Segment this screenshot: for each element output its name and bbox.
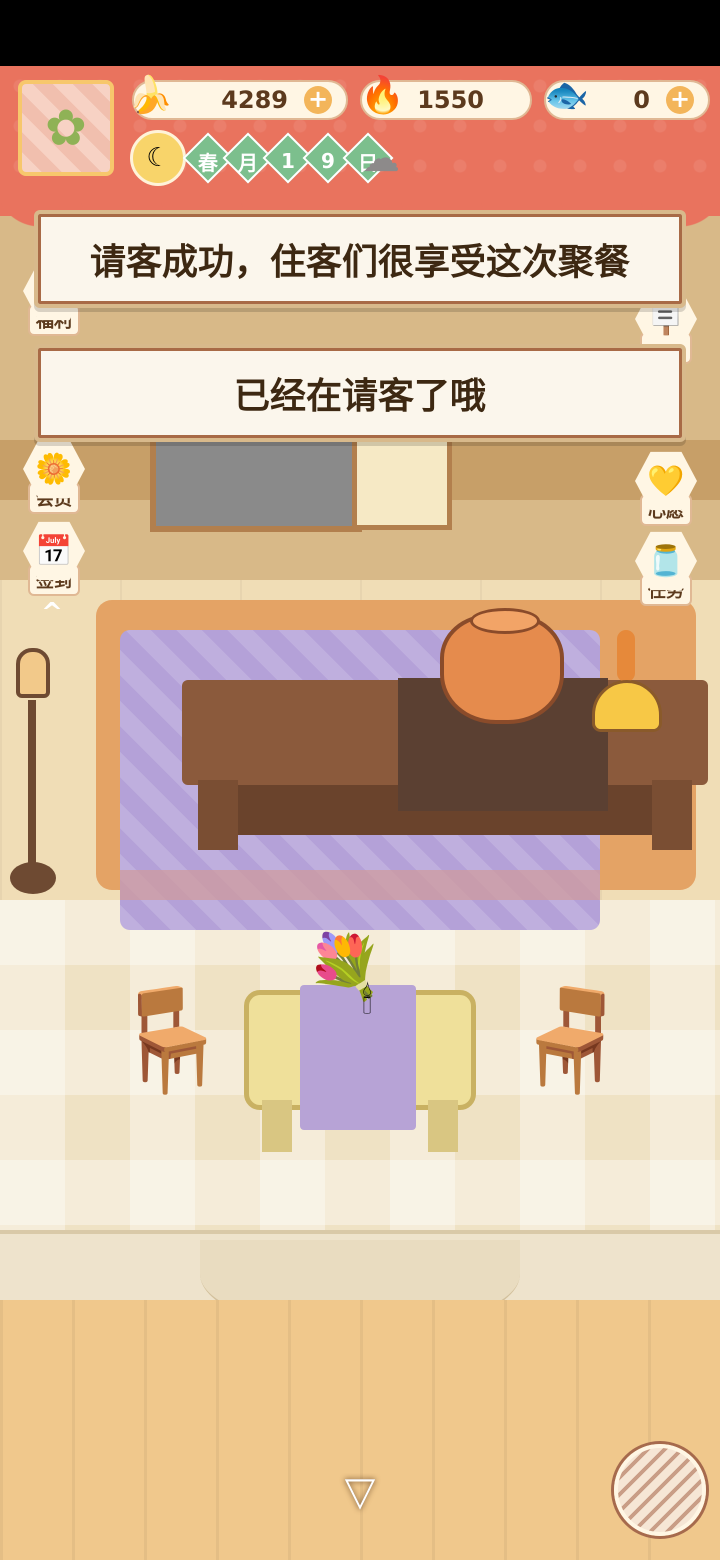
- banana-count: 4289: [221, 86, 288, 114]
- toast-already-inviting: 已经在请客了哦: [34, 344, 686, 442]
- side-button-wish[interactable]: 💛 心愿: [626, 448, 706, 528]
- side-button-signin[interactable]: 📅 签到: [14, 518, 94, 598]
- fish-count: 0: [633, 86, 650, 114]
- collapse-arrow-icon[interactable]: ^: [36, 598, 68, 628]
- chair-right-icon[interactable]: 🪑: [510, 981, 635, 1098]
- table-runner: [300, 985, 416, 1130]
- floor-lamp: [16, 648, 50, 698]
- counter-leg: [198, 780, 238, 850]
- table-leg: [262, 1100, 292, 1152]
- date-season: 春: [198, 150, 218, 175]
- toast-secondary-text: 已经在请客了哦: [233, 376, 486, 417]
- fire-count: 1550: [417, 86, 484, 114]
- toast-primary-text: 请客成功，住客们很享受这次聚餐: [89, 242, 630, 283]
- bell-handle: [617, 630, 635, 682]
- window: [150, 430, 362, 532]
- chair-left-icon[interactable]: 🪑: [108, 990, 233, 1090]
- table-leg: [428, 1100, 458, 1152]
- rain-cloud-icon[interactable]: ☁: [362, 136, 400, 180]
- yarn-ball-icon[interactable]: [614, 1444, 706, 1536]
- date-day-tens: 1: [281, 148, 295, 173]
- status-bar: [0, 0, 720, 66]
- clover-icon: ✿: [45, 99, 87, 157]
- counter-leg: [652, 780, 692, 850]
- fish-icon: 🐟: [544, 75, 589, 116]
- floor-lamp-post: [28, 700, 36, 870]
- date-day-ones: 9: [321, 148, 335, 173]
- player-avatar[interactable]: ✿: [18, 80, 114, 176]
- flame-icon: 🔥: [360, 75, 405, 116]
- bottom-floor: [0, 1300, 720, 1560]
- pot-lid: [470, 608, 540, 634]
- day-night-clock-icon[interactable]: ☾: [130, 130, 186, 186]
- candle-icon: 🕯: [362, 981, 373, 1022]
- date-month: 月: [238, 150, 258, 175]
- side-button-member[interactable]: 🌼 会员: [14, 436, 94, 516]
- add-fish-button[interactable]: +: [666, 86, 694, 114]
- side-button-task[interactable]: 🫙 任务: [626, 528, 706, 608]
- add-banana-button[interactable]: +: [304, 86, 332, 114]
- toast-invite-success: 请客成功，住客们很享受这次聚餐: [34, 210, 686, 308]
- rug-fringe: [120, 870, 600, 900]
- calendar-date[interactable]: 春 月 1 9 日: [182, 132, 394, 184]
- floor-lamp-base: [10, 862, 56, 894]
- banana-icon: 🍌: [128, 75, 173, 116]
- down-arrow-icon[interactable]: ▽: [332, 1469, 388, 1515]
